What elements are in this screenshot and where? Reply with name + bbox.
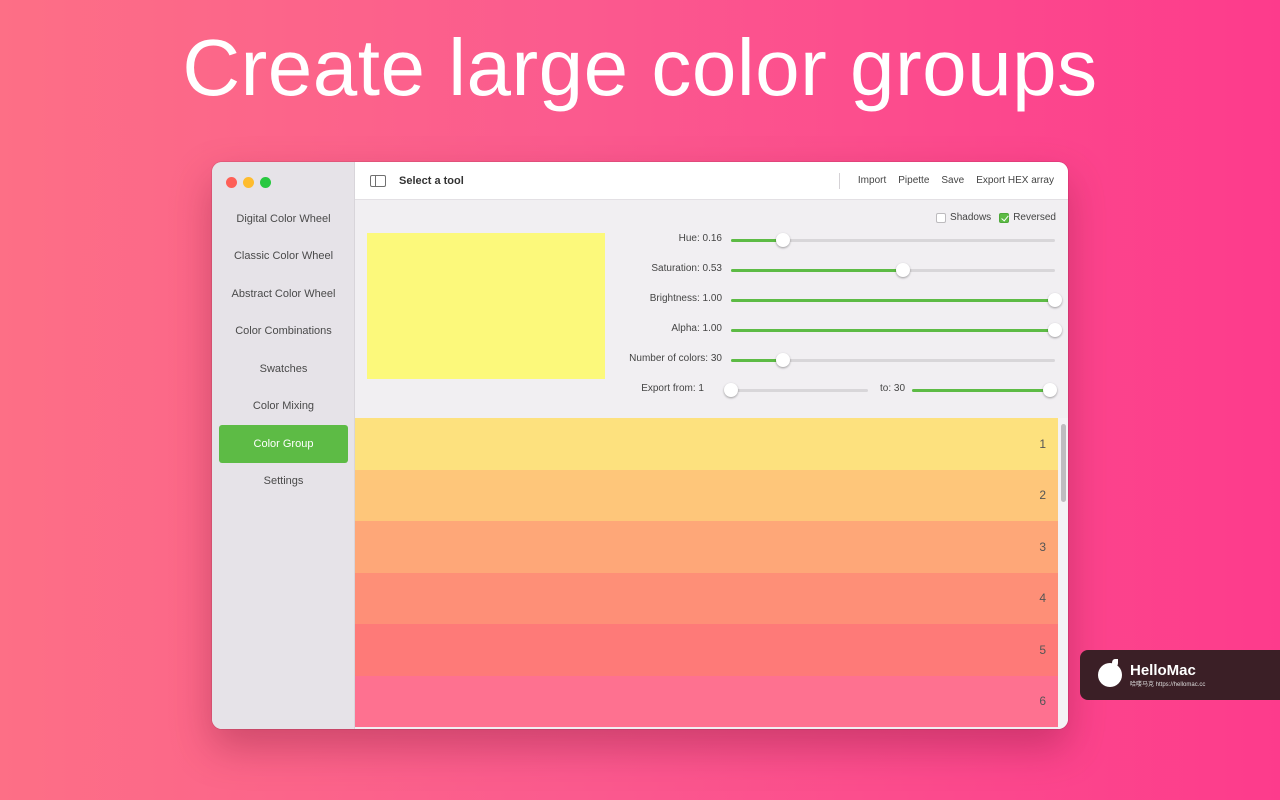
export-to-slider-knob[interactable] xyxy=(1043,383,1057,397)
color-group-row-number: 2 xyxy=(1039,488,1046,503)
window-controls xyxy=(226,177,271,188)
toolbar-divider xyxy=(838,172,840,189)
watermark-name: HelloMac xyxy=(1130,661,1196,679)
slider-track[interactable] xyxy=(731,323,1062,337)
slider-knob[interactable] xyxy=(775,353,790,367)
apple-logo-icon xyxy=(1098,659,1122,687)
close-window-button[interactable] xyxy=(226,177,237,188)
export-to-label: to: 30 xyxy=(880,383,906,394)
sidebar-item-digital-color-wheel[interactable]: Digital Color Wheel xyxy=(219,200,348,238)
shadows-checkbox[interactable]: Shadows xyxy=(936,212,991,223)
sidebar-item-settings[interactable]: Settings xyxy=(219,463,348,501)
slider-label: Hue: 0.16 xyxy=(678,233,722,244)
scrollbar[interactable] xyxy=(1061,424,1066,502)
slider-row: Number of colors: 30 xyxy=(610,350,1058,370)
color-group-row-number: 5 xyxy=(1039,642,1046,657)
color-preview xyxy=(367,233,605,379)
shadows-checkbox-box[interactable] xyxy=(936,212,947,223)
sidebar-item-classic-color-wheel[interactable]: Classic Color Wheel xyxy=(219,238,348,276)
slider-fill xyxy=(731,329,1055,332)
slider-track[interactable] xyxy=(731,233,1055,247)
color-group-row[interactable]: 3 xyxy=(355,521,1058,573)
reversed-label: Reversed xyxy=(1013,212,1056,223)
shadows-label: Shadows xyxy=(950,212,992,223)
controls-panel: Shadows Reversed Hue: 0.16 Saturation: 0.… xyxy=(355,200,1068,418)
watermark: HelloMac 哈喽马克 https://hellomac.cc xyxy=(1080,650,1280,700)
color-group-row-number: 3 xyxy=(1039,539,1046,554)
sidebar-item-color-combinations[interactable]: Color Combinations xyxy=(219,313,348,351)
slider-fill xyxy=(731,299,1055,302)
toolbar-actions: Import Pipette Save Export HEX array xyxy=(838,172,1068,190)
toolbar: Select a tool Import Pipette Save Export… xyxy=(355,162,1068,200)
reversed-checkbox[interactable]: Reversed xyxy=(999,212,1056,223)
sidebar-item-color-mixing[interactable]: Color Mixing xyxy=(219,388,348,426)
slider-label: Alpha: 1.00 xyxy=(671,323,722,334)
sidebar-item-abstract-color-wheel[interactable]: Abstract Color Wheel xyxy=(219,275,348,313)
color-group-row-number: 6 xyxy=(1039,694,1046,709)
save-button[interactable]: Save xyxy=(941,175,964,186)
main-content: Select a tool Import Pipette Save Export… xyxy=(355,162,1068,729)
pipette-button[interactable]: Pipette xyxy=(898,175,929,186)
options: Shadows Reversed xyxy=(936,212,1056,223)
color-group-row[interactable]: 2 xyxy=(355,469,1058,521)
sidebar-item-swatches[interactable]: Swatches xyxy=(219,350,348,388)
slider-row: Brightness: 1.00 xyxy=(610,290,1062,310)
color-group-row[interactable]: 4 xyxy=(355,572,1058,624)
slider-track[interactable] xyxy=(731,293,1062,307)
zoom-window-button[interactable] xyxy=(260,177,271,188)
slider-label: Number of colors: 30 xyxy=(629,353,722,364)
color-group-row-number: 1 xyxy=(1039,436,1046,451)
app-window: Digital Color Wheel Classic Color Wheel Ab… xyxy=(212,162,1068,729)
slider-fill xyxy=(731,269,903,272)
slider-knob[interactable] xyxy=(1048,293,1062,307)
slider-label: Saturation: 0.53 xyxy=(651,263,722,274)
sidebar-item-color-group[interactable]: Color Group xyxy=(219,425,348,463)
watermark-subtitle: 哈喽马克 https://hellomac.cc xyxy=(1130,681,1206,688)
slider-row: Saturation: 0.53 xyxy=(610,260,1058,280)
reversed-checkbox-box[interactable] xyxy=(999,212,1010,223)
slider-track[interactable] xyxy=(731,353,1055,367)
slider-label: Brightness: 1.00 xyxy=(649,293,722,304)
color-group-row-number: 4 xyxy=(1039,591,1046,606)
minimize-window-button[interactable] xyxy=(243,177,254,188)
export-from-label: Export from: 1 xyxy=(641,383,704,394)
import-button[interactable]: Import xyxy=(858,175,886,186)
slider-knob[interactable] xyxy=(895,263,910,277)
export-to-slider-fill xyxy=(912,389,1050,392)
sidebar-items: Digital Color Wheel Classic Color Wheel Ab… xyxy=(212,200,355,500)
toolbar-title: Select a tool xyxy=(399,174,464,187)
color-group-row[interactable]: 5 xyxy=(355,624,1058,676)
slider-row: Alpha: 1.00 xyxy=(610,320,1062,340)
export-from-slider[interactable] xyxy=(724,383,868,397)
sidebar: Digital Color Wheel Classic Color Wheel Ab… xyxy=(212,162,355,729)
export-hex-array-button[interactable]: Export HEX array xyxy=(976,175,1054,186)
export-range-row: Export from: 1 to: 30 xyxy=(610,380,1058,400)
color-group-row[interactable]: 6 xyxy=(355,675,1058,727)
sidebar-toggle-icon[interactable] xyxy=(370,174,386,187)
slider-knob[interactable] xyxy=(775,233,790,247)
color-group-list[interactable]: 1 2 3 4 5 6 xyxy=(355,418,1058,729)
slider-track[interactable] xyxy=(731,263,1055,277)
export-to-slider[interactable] xyxy=(912,383,1057,397)
color-group-row[interactable]: 1 xyxy=(355,418,1058,470)
headline: Create large color groups xyxy=(182,23,1098,112)
export-from-slider-knob[interactable] xyxy=(724,383,738,397)
slider-knob[interactable] xyxy=(1048,323,1062,337)
slider-row: Hue: 0.16 xyxy=(610,230,1058,250)
watermark-text: HelloMac 哈喽马克 https://hellomac.cc xyxy=(1130,661,1206,688)
